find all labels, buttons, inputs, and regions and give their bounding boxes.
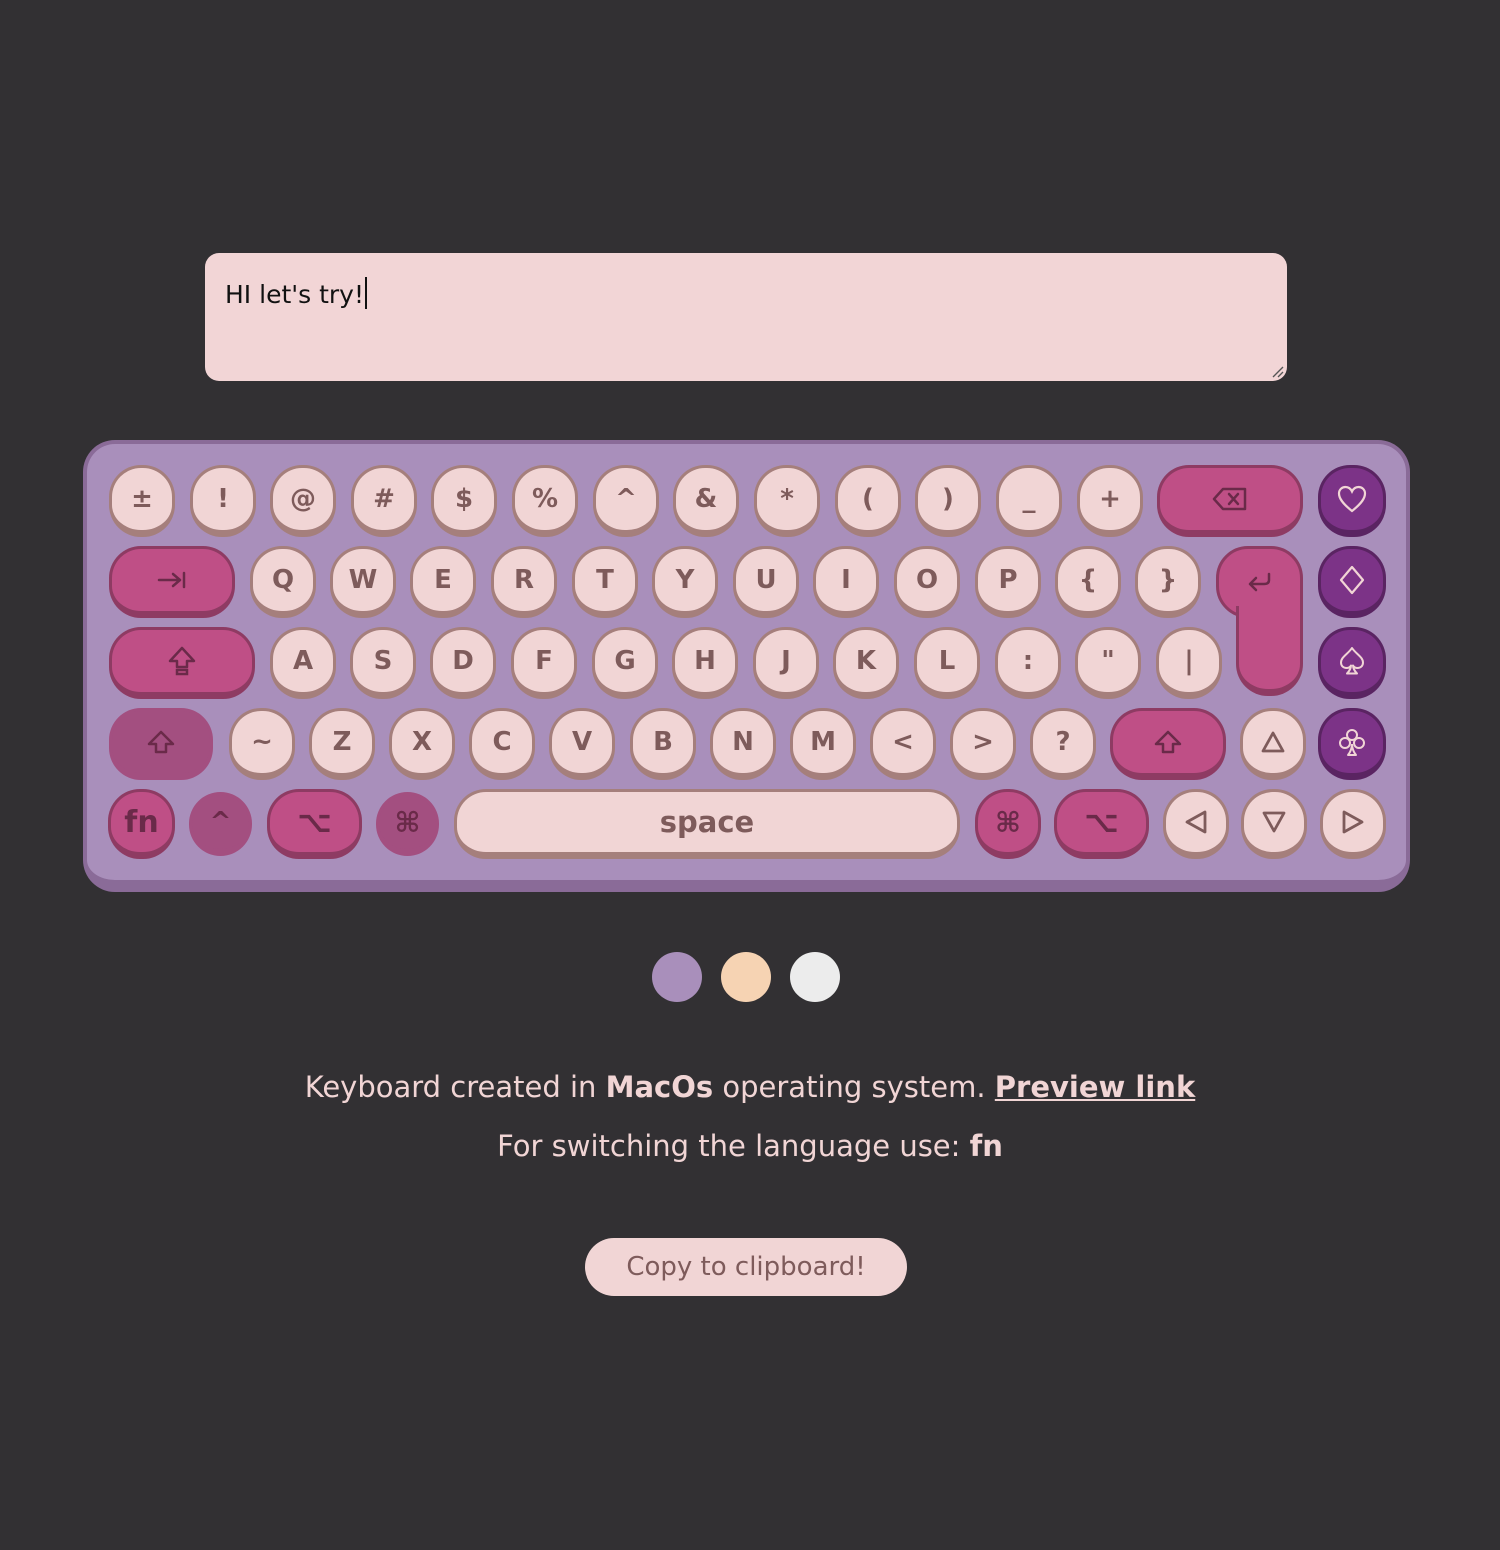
- left-option-key[interactable]: ⌥: [267, 789, 362, 859]
- key-heart[interactable]: [1318, 465, 1386, 537]
- fn-key[interactable]: fn: [108, 789, 175, 859]
- key-e[interactable]: E: [410, 546, 476, 618]
- arrow-down-key[interactable]: [1241, 789, 1307, 859]
- key-k[interactable]: K: [833, 627, 899, 699]
- control-key[interactable]: ^: [189, 792, 252, 856]
- key-x[interactable]: X: [389, 708, 455, 780]
- theme-swatch-peach[interactable]: [721, 952, 771, 1002]
- key-z[interactable]: Z: [309, 708, 375, 780]
- key-f[interactable]: F: [511, 627, 577, 699]
- text-caret: [365, 277, 367, 309]
- key-quote[interactable]: ": [1075, 627, 1141, 699]
- copy-to-clipboard-button[interactable]: Copy to clipboard!: [585, 1238, 907, 1296]
- spade-icon: [1340, 647, 1364, 675]
- key-plus[interactable]: +: [1077, 465, 1143, 537]
- space-key[interactable]: space: [454, 789, 960, 859]
- info-line-os: Keyboard created in MacOs operating syst…: [0, 1070, 1500, 1104]
- key-a[interactable]: A: [270, 627, 336, 699]
- left-command-key[interactable]: ⌘: [376, 792, 439, 856]
- triangle-up-icon: [1261, 731, 1285, 753]
- resize-handle-icon[interactable]: [1272, 366, 1284, 378]
- key-h[interactable]: H: [672, 627, 738, 699]
- diamond-icon: [1339, 565, 1365, 595]
- shift-icon: [147, 730, 175, 754]
- theme-swatch-white[interactable]: [790, 952, 840, 1002]
- right-shift-key[interactable]: [1110, 708, 1226, 780]
- key-s[interactable]: S: [350, 627, 416, 699]
- key-j[interactable]: J: [753, 627, 819, 699]
- text-input-value: HI let's try!: [225, 280, 364, 309]
- right-option-key[interactable]: ⌥: [1054, 789, 1149, 859]
- caps-lock-icon: [168, 646, 196, 676]
- key-n[interactable]: N: [710, 708, 776, 780]
- key-d[interactable]: D: [430, 627, 496, 699]
- key-dollar[interactable]: $: [431, 465, 497, 537]
- key-g[interactable]: G: [592, 627, 658, 699]
- return-icon: [1248, 572, 1270, 592]
- key-asterisk[interactable]: *: [754, 465, 820, 537]
- triangle-right-icon: [1342, 810, 1364, 834]
- key-v[interactable]: V: [549, 708, 615, 780]
- preview-link[interactable]: Preview link: [995, 1070, 1195, 1104]
- caps-lock-key[interactable]: [109, 627, 255, 699]
- right-command-key[interactable]: ⌘: [975, 789, 1041, 859]
- shift-icon: [1154, 730, 1182, 754]
- theme-swatch-lavender[interactable]: [652, 952, 702, 1002]
- key-diamond[interactable]: [1318, 546, 1386, 618]
- key-ampersand[interactable]: &: [673, 465, 739, 537]
- language-key-name: fn: [969, 1129, 1003, 1163]
- key-l[interactable]: L: [914, 627, 980, 699]
- info-text: Keyboard created in: [304, 1070, 606, 1104]
- key-caret[interactable]: ^: [593, 465, 659, 537]
- key-colon[interactable]: :: [995, 627, 1061, 699]
- triangle-left-icon: [1185, 810, 1207, 834]
- key-at[interactable]: @: [270, 465, 336, 537]
- arrow-left-key[interactable]: [1163, 789, 1229, 859]
- tab-icon: [157, 571, 186, 589]
- key-brace-close[interactable]: }: [1135, 546, 1201, 618]
- heart-icon: [1337, 485, 1367, 513]
- key-plus-minus[interactable]: ±: [109, 465, 175, 537]
- key-hash[interactable]: #: [351, 465, 417, 537]
- key-less-than[interactable]: <: [870, 708, 936, 780]
- key-paren-close[interactable]: ): [915, 465, 981, 537]
- triangle-down-icon: [1262, 811, 1286, 833]
- text-input[interactable]: HI let's try!: [205, 253, 1287, 381]
- club-icon: [1339, 729, 1365, 756]
- return-key-lower[interactable]: [1236, 606, 1303, 696]
- key-w[interactable]: W: [330, 546, 396, 618]
- key-club[interactable]: [1318, 708, 1386, 780]
- key-y[interactable]: Y: [652, 546, 718, 618]
- key-i[interactable]: I: [813, 546, 879, 618]
- arrow-right-key[interactable]: [1320, 789, 1386, 859]
- key-q[interactable]: Q: [250, 546, 316, 618]
- key-r[interactable]: R: [491, 546, 557, 618]
- info-text: operating system.: [713, 1070, 995, 1104]
- info-text: For switching the language use:: [497, 1129, 970, 1163]
- key-greater-than[interactable]: >: [950, 708, 1016, 780]
- key-p[interactable]: P: [975, 546, 1041, 618]
- key-delta[interactable]: [1240, 708, 1306, 780]
- key-c[interactable]: C: [469, 708, 535, 780]
- info-line-language: For switching the language use: fn: [0, 1129, 1500, 1163]
- key-b[interactable]: B: [630, 708, 696, 780]
- key-pipe[interactable]: |: [1156, 627, 1222, 699]
- key-brace-open[interactable]: {: [1055, 546, 1121, 618]
- backspace-icon: [1212, 487, 1247, 511]
- key-percent[interactable]: %: [512, 465, 578, 537]
- key-spade[interactable]: [1318, 627, 1386, 699]
- key-t[interactable]: T: [572, 546, 638, 618]
- os-name: MacOs: [605, 1070, 714, 1104]
- key-tilde[interactable]: ~: [229, 708, 295, 780]
- key-underscore[interactable]: _: [996, 465, 1062, 537]
- key-m[interactable]: M: [790, 708, 856, 780]
- left-shift-key[interactable]: [109, 708, 213, 780]
- key-u[interactable]: U: [733, 546, 799, 618]
- key-paren-open[interactable]: (: [835, 465, 901, 537]
- backspace-key[interactable]: [1157, 465, 1303, 537]
- key-exclamation[interactable]: !: [190, 465, 256, 537]
- key-question[interactable]: ?: [1030, 708, 1096, 780]
- tab-key[interactable]: [109, 546, 235, 618]
- key-o[interactable]: O: [894, 546, 960, 618]
